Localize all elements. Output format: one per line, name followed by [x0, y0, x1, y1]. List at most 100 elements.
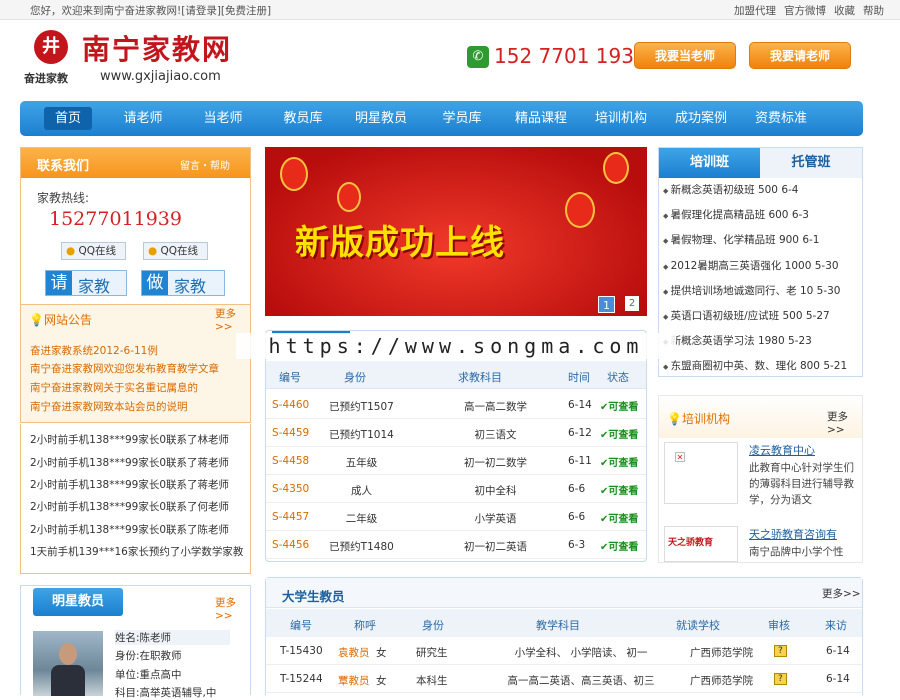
order-identity: 已预约T1480 [329, 541, 394, 553]
review-icon[interactable]: ? [774, 673, 787, 685]
nav-training[interactable]: 培训机构 [588, 101, 654, 136]
nav-hire[interactable]: 请老师 [110, 101, 176, 136]
student-school: 广西师范学院 [690, 647, 753, 659]
register-link[interactable]: [免费注册] [221, 5, 271, 17]
notice-item[interactable]: 南宁奋进家教网欢迎您发布教育教学文章 [30, 361, 219, 376]
student-subject: 高一高二英语、高三英语、初三 [507, 675, 655, 687]
org-name-1[interactable]: 凌云教育中心 [749, 442, 815, 458]
activity-item: 1天前手机139***16家长预约了小学数学家教 [30, 546, 244, 558]
order-row[interactable]: S-4456 已预约T1480 初一初二英语 6-3 ✔可查看 [266, 531, 646, 559]
notice-item[interactable]: 奋进家教系统2012-6-11例 [30, 343, 158, 358]
order-subject: 小学英语 [474, 513, 517, 525]
bulb-icon: 💡 [667, 412, 682, 426]
students-col-visits: 来访 [825, 619, 847, 632]
hire-tutor-char: 请 [46, 271, 72, 295]
view-status-link[interactable]: ✔可查看 [600, 454, 638, 469]
org-image-1[interactable]: ✕ [664, 442, 738, 504]
view-status-link[interactable]: ✔可查看 [600, 482, 638, 497]
training-item[interactable]: ◆ 暑假理化提高精品班 600 6-3 [663, 207, 861, 222]
order-identity: 成人 [351, 485, 372, 497]
training-item[interactable]: ◆ 提供培训场地诚邀同行、老 10 5-30 [663, 283, 861, 298]
training-item[interactable]: ◆ 新概念英语学习法 1980 5-23 [663, 333, 861, 348]
student-teachers-more-link[interactable]: 更多>> [822, 586, 861, 601]
notice-more-link[interactable]: 更多>> [215, 306, 250, 333]
review-icon[interactable]: ? [774, 645, 787, 657]
training-item-label: 暑假物理、化学精品班 900 6-1 [670, 234, 820, 247]
notice-item[interactable]: 南宁奋进家教网关于实名重记属息的 [30, 380, 198, 395]
training-item[interactable]: ◆ 2012暑期高三英语强化 1000 5-30 [663, 258, 861, 273]
nav-star-teachers[interactable]: 明星教员 [348, 101, 414, 136]
order-row[interactable]: S-4458 五年级 初一初二数学 6-11 ✔可查看 [266, 447, 646, 475]
order-row[interactable]: S-4350 成人 初中全科 6-6 ✔可查看 [266, 475, 646, 503]
top-link-help[interactable]: 帮助 [863, 5, 884, 17]
training-item[interactable]: ◆ 东盟商圈初中英、数、理化 800 5-21 [663, 358, 861, 373]
student-id: T-15430 [280, 645, 323, 657]
view-status-link[interactable]: ✔可查看 [600, 398, 638, 413]
main-nav: 首页 请老师 当老师 教员库 明星教员 学员库 精品课程 培训机构 成功案例 资… [20, 101, 863, 136]
contact-help-link[interactable]: 留言・帮助 [180, 157, 230, 172]
order-row[interactable]: S-4459 已预约T1014 初三语文 6-12 ✔可查看 [266, 419, 646, 447]
nav-cases[interactable]: 成功案例 [668, 101, 734, 136]
student-subject: 小学全科、 小学陪读、 初一 [514, 647, 648, 659]
training-item[interactable]: ◆ 英语口语初级班/应试班 500 5-27 [663, 308, 861, 323]
top-link-franchise[interactable]: 加盟代理 [734, 5, 776, 17]
nav-teachers[interactable]: 教员库 [270, 101, 336, 136]
view-status-label: 可查看 [608, 542, 639, 553]
orders-col-id: 编号 [279, 371, 301, 384]
training-item[interactable]: ◆ 新概念英语初级班 500 6-4 [663, 182, 861, 197]
order-identity: 二年级 [345, 513, 378, 525]
order-row[interactable]: S-4457 二年级 小学英语 6-6 ✔可查看 [266, 503, 646, 531]
nav-home[interactable]: 首页 [44, 107, 92, 130]
student-identity: 研究生 [416, 647, 448, 659]
star-teacher-more-link[interactable]: 更多>> [215, 595, 250, 622]
order-row[interactable]: S-4460 已预约T1507 高一高二数学 6-14 ✔可查看 [266, 391, 646, 419]
org-more-link[interactable]: 更多>> [827, 409, 862, 436]
tab-training[interactable]: 培训班 [659, 148, 760, 178]
lantern-icon [565, 192, 595, 228]
logo-icon[interactable]: 井 [34, 30, 68, 64]
watermark: https://www.songma.com [236, 333, 676, 359]
student-row[interactable]: T-15244 覃教员女 本科生 高一高二英语、高三英语、初三 广西师范学院? 6-14 [266, 665, 862, 693]
org-name-2[interactable]: 天之骄教育咨询有 [749, 526, 837, 542]
nav-teach[interactable]: 当老师 [190, 101, 256, 136]
student-name[interactable]: 覃教员 [338, 673, 370, 688]
nav-courses[interactable]: 精品课程 [508, 101, 574, 136]
be-tutor-block[interactable]: 做 家教 [141, 270, 225, 296]
logo-text[interactable]: 南宁家教网 [82, 28, 232, 68]
banner-carousel[interactable]: 新版成功上线 1 2 [265, 147, 647, 316]
top-link-weibo[interactable]: 官方微博 [784, 5, 826, 17]
become-teacher-button[interactable]: 我要当老师 [634, 42, 736, 69]
org-panel: 💡培训机构 更多>> ✕ 凌云教育中心 此教育中心针对学生们的薄弱科目进行辅导教… [658, 395, 863, 563]
contact-header: 联系我们 留言・帮助 [21, 148, 250, 178]
students-col-id: 编号 [290, 619, 312, 632]
bullet-icon: ◆ [663, 313, 671, 321]
student-row[interactable]: T-15430 袁教员女 研究生 小学全科、 小学陪读、 初一 广西师范学院? 6-14 [266, 637, 862, 665]
student-teachers-panel: 大学生教员 更多>> 编号 称呼 身份 教学科目 就读学校 审核 来访 T-15… [265, 577, 863, 695]
teacher-photo[interactable] [33, 631, 103, 696]
qq-online-button-1[interactable]: ● QQ在线 [61, 242, 126, 260]
training-item[interactable]: ◆ 暑假物理、化学精品班 900 6-1 [663, 232, 861, 247]
view-status-link[interactable]: ✔可查看 [600, 510, 638, 525]
banner-page-1[interactable]: 1 [598, 296, 615, 313]
bulb-icon: 💡 [29, 313, 44, 327]
hire-tutor-block[interactable]: 请 家教 [45, 270, 127, 296]
banner-page-2[interactable]: 2 [625, 296, 639, 311]
order-id: S-4350 [272, 483, 310, 495]
teacher-name[interactable]: 姓名:陈老师 [115, 630, 230, 645]
order-identity: 已预约T1014 [329, 429, 394, 441]
top-link-favorite[interactable]: 收藏 [834, 5, 855, 17]
bullet-icon: ◆ [663, 262, 671, 271]
hire-teacher-button[interactable]: 我要请老师 [749, 42, 851, 69]
bullet-icon: ◆ [663, 212, 671, 221]
tab-daycare[interactable]: 托管班 [760, 148, 862, 178]
nav-students[interactable]: 学员库 [429, 101, 495, 136]
student-visits: 6-14 [826, 645, 850, 657]
org-image-2[interactable]: 天之骄教育 [664, 526, 738, 562]
qq-online-button-2[interactable]: ● QQ在线 [143, 242, 208, 260]
notice-item[interactable]: 南宁奋进家教网致本站会员的说明 [30, 399, 188, 414]
nav-pricing[interactable]: 资费标准 [748, 101, 814, 136]
login-link[interactable]: [请登录] [181, 5, 221, 17]
view-status-link[interactable]: ✔可查看 [600, 426, 638, 441]
student-name[interactable]: 袁教员 [338, 645, 370, 660]
view-status-link[interactable]: ✔可查看 [600, 538, 638, 553]
